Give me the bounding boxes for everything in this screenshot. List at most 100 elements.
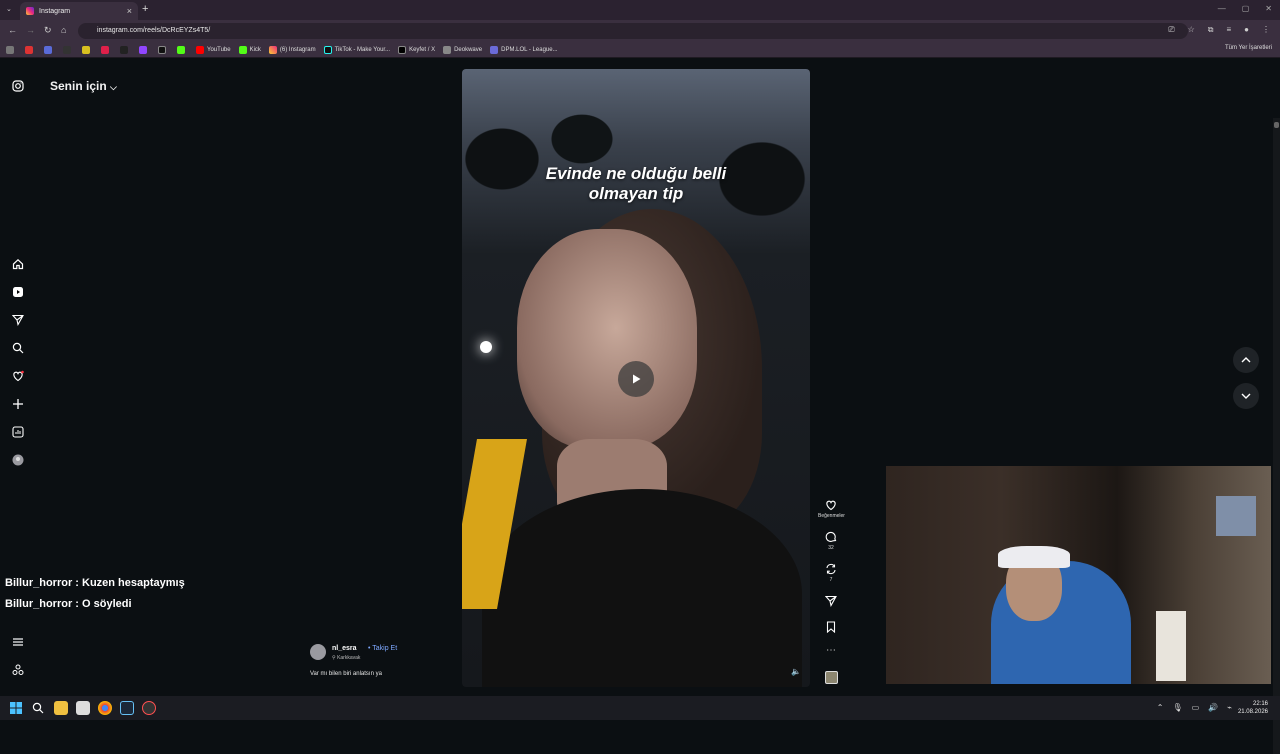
bookmark-icon[interactable] — [101, 45, 112, 54]
create-plus-icon[interactable] — [11, 397, 25, 411]
clock-date: 21.08.2026 — [1237, 709, 1268, 715]
comment-icon — [825, 531, 837, 542]
meta-apps-icon[interactable] — [11, 663, 25, 677]
volume-icon[interactable]: 🔊 — [1208, 703, 1218, 712]
forward-icon[interactable]: → — [26, 25, 35, 35]
bookmark-tiktok[interactable]: TikTok - Make Your... — [323, 45, 391, 54]
scrollbar[interactable] — [1273, 118, 1280, 754]
bookmark-icon[interactable] — [44, 45, 55, 54]
scrollbar-thumb[interactable] — [1274, 122, 1279, 128]
app-icon[interactable] — [142, 701, 156, 715]
close-tab-icon[interactable]: × — [127, 6, 132, 16]
bookmark-dpm[interactable]: DPM.LOL - League... — [490, 45, 558, 54]
reels-icon[interactable] — [11, 285, 25, 299]
author-name[interactable]: nl_esra — [332, 645, 357, 652]
tab-instagram[interactable]: Instagram × — [20, 2, 138, 20]
dashboard-icon[interactable] — [11, 425, 25, 439]
media-icon[interactable]: ≡ — [1226, 25, 1231, 35]
repost-button[interactable]: 7 — [818, 563, 844, 583]
taskbar-clock[interactable]: 22:16 21.08.2026 — [1238, 700, 1268, 716]
instagram-favicon-icon — [26, 7, 34, 15]
likes-label: Beğenmeler — [818, 513, 845, 519]
network-icon[interactable]: ⌁ — [1227, 703, 1232, 712]
toolbar-icons: ⎚ ☆ ⧉ ≡ ● ⋮ — [1168, 25, 1270, 35]
bookmark-label: YouTube — [207, 46, 231, 53]
maximize-icon[interactable]: ▢ — [1242, 4, 1250, 13]
display-icon[interactable]: ▭ — [1192, 703, 1200, 712]
play-button[interactable] — [618, 361, 654, 397]
bookmark-star-icon[interactable]: ☆ — [1188, 25, 1195, 35]
more-options-icon[interactable]: ⋯ — [818, 645, 844, 656]
install-app-icon[interactable]: ⎚ — [1168, 25, 1174, 35]
store-icon[interactable] — [76, 701, 90, 715]
url-input[interactable]: instagram.com/reels/DcRcEYZs4T5/ — [78, 23, 1188, 39]
bookmark-label: TikTok - Make Your... — [334, 46, 391, 53]
video-subject-face — [517, 229, 697, 449]
extensions-icon[interactable]: ⧉ — [1208, 25, 1214, 35]
heart-icon — [826, 500, 836, 511]
bookmark-icon[interactable] — [82, 45, 93, 54]
search-icon[interactable] — [11, 341, 25, 355]
bookmark-x[interactable]: Keyfet / X — [398, 45, 435, 54]
bookmark-icon[interactable] — [139, 45, 150, 54]
bookmark-youtube[interactable]: YouTube — [196, 45, 231, 54]
chrome-icon[interactable] — [98, 701, 112, 715]
tray-chevron-icon[interactable]: ⌃ — [1157, 703, 1164, 712]
bookmark-instagram[interactable]: (6) Instagram — [268, 45, 316, 54]
like-button[interactable]: Beğenmeler — [818, 499, 845, 519]
home-icon[interactable] — [11, 257, 25, 271]
video-subject-shirt — [482, 489, 802, 687]
bookmark-kick[interactable]: Kick — [238, 45, 261, 54]
next-reel-button[interactable] — [1233, 383, 1259, 409]
profile-icon[interactable]: ● — [1244, 25, 1249, 35]
share-button[interactable] — [818, 595, 844, 609]
steam-icon[interactable] — [120, 701, 134, 715]
for-you-label: Senin için — [50, 79, 107, 93]
more-menu-icon[interactable] — [11, 635, 25, 649]
reload-icon[interactable]: ↻ — [44, 25, 52, 36]
instagram-page: Senin için ⌵ Evinde ne olduğu belli olma… — [0, 59, 1280, 754]
notifications-heart-icon[interactable] — [11, 369, 25, 383]
bookmark-icon[interactable] — [177, 45, 188, 54]
microphone-icon[interactable]: 🎙 — [1172, 703, 1182, 712]
author-avatar[interactable] — [310, 644, 326, 660]
chevron-up-icon — [1241, 357, 1251, 363]
close-window-icon[interactable]: ✕ — [1265, 4, 1272, 13]
clock-time: 22:16 — [1252, 701, 1268, 707]
for-you-dropdown[interactable]: Senin için ⌵ — [50, 79, 117, 93]
window-controls: — ▢ ✕ — [1218, 4, 1272, 13]
reposts-count: 7 — [829, 577, 833, 583]
bookmark-label: DPM.LOL - League... — [501, 46, 558, 53]
previous-reel-button[interactable] — [1233, 347, 1259, 373]
address-toolbar: ← → ↻ ⌂ instagram.com/reels/DcRcEYZs4T5/… — [0, 20, 1280, 42]
minimize-icon[interactable]: — — [1218, 4, 1226, 13]
bookmark-icon[interactable] — [63, 45, 74, 54]
comments-count: 32 — [828, 545, 834, 551]
profile-avatar-icon[interactable] — [11, 453, 25, 467]
taskbar-search-icon[interactable] — [32, 701, 46, 715]
back-icon[interactable]: ← — [8, 25, 17, 35]
windows-start-icon[interactable] — [10, 701, 24, 715]
apps-icon[interactable] — [6, 45, 17, 54]
bookmark-icon[interactable] — [120, 45, 131, 54]
tab-search-icon[interactable]: ⌄ — [6, 5, 12, 13]
save-button[interactable] — [818, 621, 844, 635]
bookmark-icon[interactable] — [158, 45, 169, 54]
bookmark-deokwave[interactable]: Deokwave — [443, 45, 482, 54]
instagram-logo-icon[interactable] — [11, 79, 25, 93]
follow-button[interactable]: • Takip Et — [368, 645, 397, 652]
bookmark-icon[interactable] — [25, 45, 36, 54]
video-light — [480, 341, 492, 353]
new-tab-button[interactable]: + — [142, 3, 148, 15]
all-bookmarks[interactable]: Tüm Yer İşaretleri — [1225, 45, 1272, 51]
chat-message: Billur_horror : Kuzen hesaptaymış — [5, 577, 185, 589]
reel-video[interactable]: Evinde ne olduğu belli olmayan tip 🔈 — [462, 69, 810, 687]
comment-button[interactable]: 32 — [818, 531, 844, 551]
messages-icon[interactable] — [11, 313, 25, 327]
home-icon[interactable]: ⌂ — [61, 25, 66, 35]
audio-thumbnail[interactable] — [818, 671, 844, 684]
mute-icon[interactable]: 🔈 — [791, 667, 801, 676]
file-explorer-icon[interactable] — [54, 701, 68, 715]
author-location[interactable]: ⚲ Karkkavak — [332, 655, 360, 661]
menu-icon[interactable]: ⋮ — [1262, 25, 1270, 35]
